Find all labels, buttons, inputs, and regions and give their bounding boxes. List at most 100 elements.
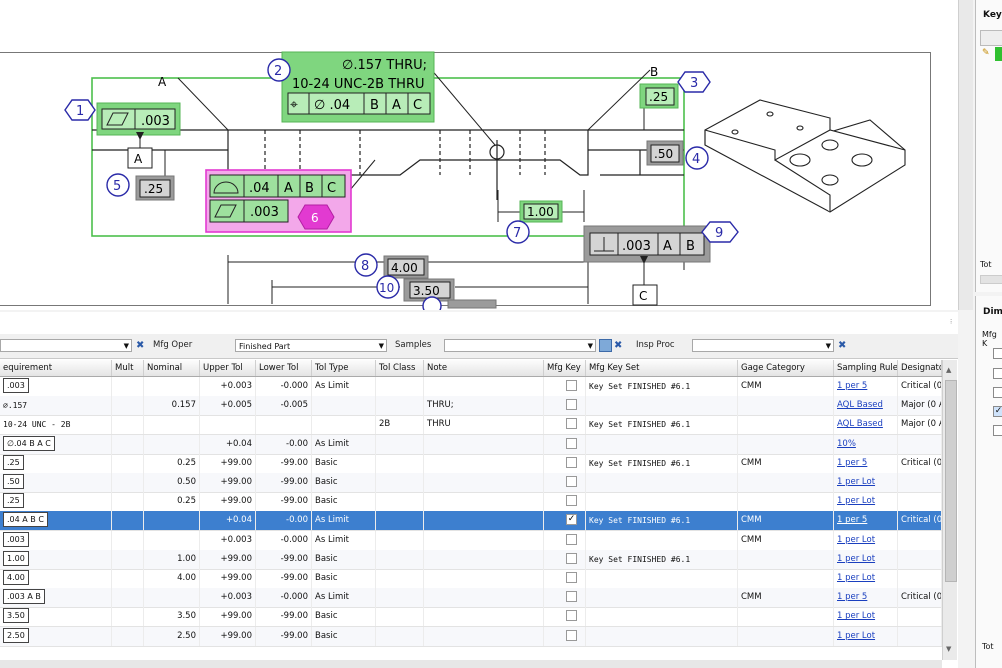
cell-lower: -99.00: [256, 473, 312, 492]
mfg-key-checkbox[interactable]: [566, 572, 577, 583]
mfg-key-checkbox[interactable]: [566, 495, 577, 507]
column-header-toltype[interactable]: Tol Type: [312, 360, 376, 376]
dim-25-left: .25: [144, 182, 163, 196]
mfg-key-checkbox[interactable]: [566, 629, 577, 641]
cell-keyset: [586, 530, 738, 550]
sampling-rule-link[interactable]: 10%: [834, 434, 898, 454]
table-row[interactable]: 2.50 2.50 +99.00 -99.00 Basic 1 per Lot: [0, 626, 942, 647]
column-header-note[interactable]: Note: [424, 360, 544, 376]
sampling-rule-link[interactable]: 1 per 5: [834, 453, 898, 473]
sampling-rule-link[interactable]: 1 per Lot: [834, 549, 898, 569]
mfg-key-checkbox[interactable]: [566, 437, 577, 449]
mfg-key-checkbox[interactable]: [566, 533, 577, 545]
grid-scroll-thumb[interactable]: [945, 380, 957, 582]
cell-toltype: Basic: [312, 569, 376, 588]
table-row[interactable]: .50 0.50 +99.00 -99.00 Basic 1 per Lot: [0, 473, 942, 493]
sampling-rule-link[interactable]: 1 per Lot: [834, 492, 898, 512]
mfg-oper-select[interactable]: Finished Part ▼: [235, 339, 387, 352]
highlight-dim-250-partial[interactable]: [447, 299, 497, 309]
column-header-lower[interactable]: Lower Tol: [256, 360, 312, 376]
column-header-keyset[interactable]: Mfg Key Set: [586, 360, 738, 376]
clear-filter-icon[interactable]: ✖: [136, 339, 144, 352]
cell-keyset: Key Set FINISHED #6.1: [586, 549, 738, 569]
mfg-key-checkbox[interactable]: [566, 476, 577, 487]
mfg-key-checkbox[interactable]: [566, 610, 577, 622]
callout-11-badge[interactable]: [422, 296, 442, 310]
grid-horizontal-scrollbar[interactable]: [0, 660, 942, 668]
sampling-rule-link[interactable]: AQL Based: [834, 396, 898, 416]
drawing-vertical-scrollbar[interactable]: [958, 0, 973, 310]
dimension-checkbox[interactable]: [993, 387, 1002, 398]
table-row[interactable]: .003 +0.003 -0.000 As Limit CMM 1 per Lot: [0, 530, 942, 551]
callout-5-text: 5: [113, 179, 121, 194]
table-row[interactable]: .25 0.25 +99.00 -99.00 Basic 1 per Lot: [0, 492, 942, 513]
table-row[interactable]: .25 0.25 +99.00 -99.00 Basic Key Set FINISHED…: [0, 453, 942, 474]
mfg-key-checkbox[interactable]: ✓: [566, 514, 577, 526]
table-row[interactable]: .003 +0.003 -0.000 As Limit Key Set FINISHED…: [0, 377, 942, 397]
dimension-checkbox[interactable]: [993, 368, 1002, 379]
part-side-view: [92, 129, 684, 200]
sampling-rule-link[interactable]: 1 per 5: [834, 377, 898, 396]
cell-tolclass: [376, 626, 424, 646]
dimension-checkbox[interactable]: [993, 425, 1002, 436]
insp-proc-select[interactable]: ▼: [692, 339, 834, 352]
table-row[interactable]: .003 A B +0.003 -0.000 As Limit CMM 1 per 5 Cr…: [0, 588, 942, 609]
column-header-designator[interactable]: Designator: [898, 360, 942, 376]
sampling-rule-link[interactable]: 1 per Lot: [834, 626, 898, 646]
mfg-key-checkbox[interactable]: [566, 399, 577, 411]
cell-designator: [898, 569, 942, 588]
sampling-rule-link[interactable]: AQL Based: [834, 415, 898, 435]
table-row[interactable]: 1.00 1.00 +99.00 -99.00 Basic Key Set FINISHE…: [0, 549, 942, 570]
cell-mult: [112, 434, 144, 454]
sampling-rule-link[interactable]: 1 per Lot: [834, 607, 898, 627]
column-header-req[interactable]: equirement: [0, 360, 112, 376]
splitter-grip-icon[interactable]: ⁝: [950, 318, 952, 326]
cell-mfgkey: [544, 377, 586, 396]
fcf-flat2-value: .003: [250, 205, 279, 220]
mfg-key-checkbox[interactable]: [566, 418, 577, 430]
cell-gage: CMM: [738, 588, 834, 608]
table-row[interactable]: ∅.157 0.157 +0.005 -0.005 THRU; AQL Based Majo…: [0, 396, 942, 417]
cell-req: ∅.04 B A C: [0, 434, 112, 454]
clear-insp-proc-icon[interactable]: ✖: [838, 339, 846, 352]
table-row[interactable]: 4.00 4.00 +99.00 -99.00 Basic 1 per Lot: [0, 569, 942, 589]
samples-select[interactable]: ▼: [444, 339, 596, 352]
cell-mfgkey: [544, 549, 586, 569]
sampling-rule-link[interactable]: 1 per Lot: [834, 473, 898, 492]
sampling-rule-link[interactable]: 1 per Lot: [834, 530, 898, 550]
pencil-icon[interactable]: ✎: [982, 48, 990, 58]
dimension-checkbox-checked[interactable]: ✓: [993, 406, 1002, 417]
sampling-rule-link[interactable]: 1 per Lot: [834, 569, 898, 588]
column-header-sampling[interactable]: Sampling Rule: [834, 360, 898, 376]
sampling-rule-link[interactable]: 1 per 5: [834, 511, 898, 531]
grid-vertical-scrollbar[interactable]: ▲ ▼: [942, 360, 957, 660]
mfg-key-checkbox[interactable]: [566, 591, 577, 603]
column-header-mfgkey[interactable]: Mfg Key: [544, 360, 586, 376]
mfg-key-checkbox[interactable]: [566, 456, 577, 468]
hole-note-line2: 10-24 UNC-2B THRU: [292, 77, 425, 92]
sampling-rule-link[interactable]: 1 per 5: [834, 588, 898, 608]
requirements-grid[interactable]: .003 +0.003 -0.000 As Limit Key Set FINISHED…: [0, 377, 942, 660]
cell-note: [424, 492, 544, 512]
drawing-pane[interactable]: .003 A A B ∅.157 THRU; 10-24 UNC-2B THRU…: [0, 0, 958, 310]
column-header-tolclass[interactable]: Tol Class: [376, 360, 424, 376]
clear-samples-icon[interactable]: ✖: [614, 339, 622, 352]
table-row[interactable]: ∅.04 B A C +0.04 -0.00 As Limit 10%: [0, 434, 942, 455]
key-color-swatch[interactable]: [995, 47, 1002, 61]
column-header-mult[interactable]: Mult: [112, 360, 144, 376]
column-header-gage[interactable]: Gage Category: [738, 360, 834, 376]
column-header-upper[interactable]: Upper Tol: [200, 360, 256, 376]
dimension-checkbox[interactable]: [993, 348, 1002, 359]
key-panel-scrollbar[interactable]: [980, 275, 1002, 284]
table-row[interactable]: 10-24 UNC - 2B 2B THRU Key Set FINISHED #6.…: [0, 415, 942, 436]
table-row[interactable]: .04 A B C +0.04 -0.00 As Limit ✓ Key Set FINI…: [0, 511, 942, 532]
mfg-key-checkbox[interactable]: [566, 380, 577, 391]
cell-nominal: [144, 415, 200, 435]
first-filter-combo[interactable]: ▼: [0, 339, 132, 352]
table-row[interactable]: 3.50 3.50 +99.00 -99.00 Basic 1 per Lot: [0, 607, 942, 628]
calendar-icon[interactable]: [599, 339, 612, 352]
column-header-nominal[interactable]: Nominal: [144, 360, 200, 376]
drawing-canvas[interactable]: .003 A A B ∅.157 THRU; 10-24 UNC-2B THRU…: [0, 0, 958, 310]
cell-designator: Critical (0: [898, 377, 942, 396]
mfg-key-checkbox[interactable]: [566, 552, 577, 564]
